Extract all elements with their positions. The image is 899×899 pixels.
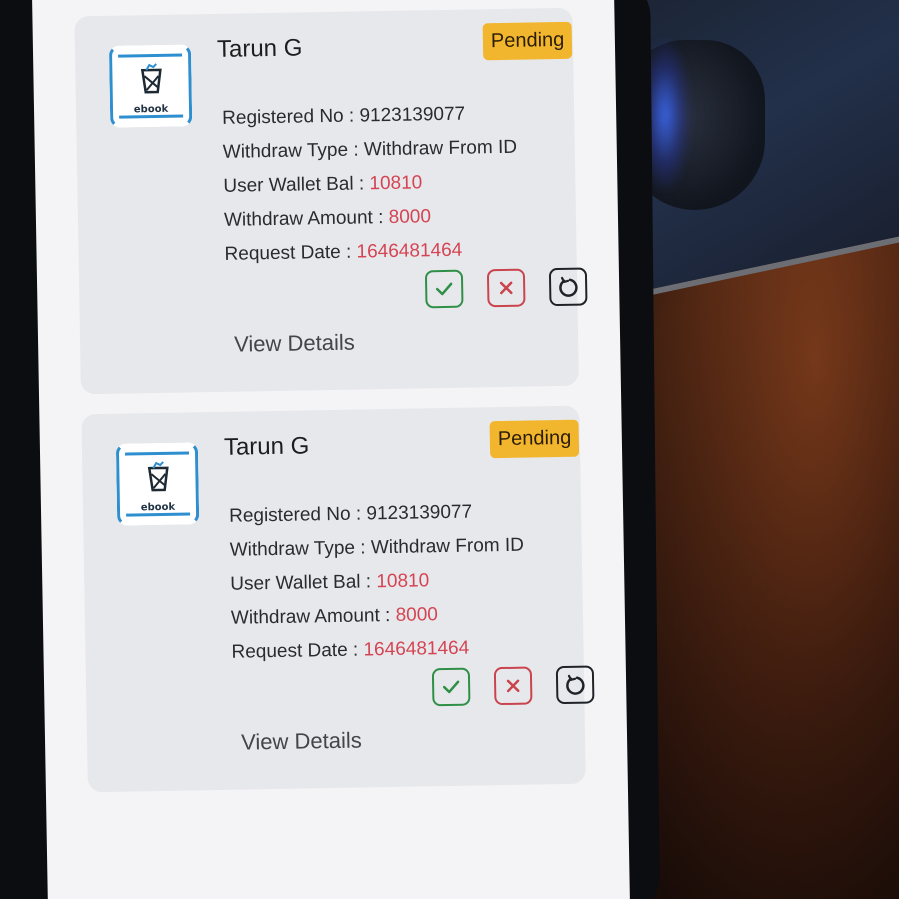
request-details: Registered No : 9123139077 Withdraw Type… [222, 97, 519, 272]
ebook-logo-icon [140, 63, 162, 94]
logo-text: ebook [140, 501, 176, 514]
refresh-icon [566, 674, 585, 695]
withdraw-request-card: ebook Tarun G Pending Registered No : 91… [81, 405, 595, 793]
ebook-logo-icon [147, 461, 169, 492]
check-icon [442, 680, 460, 694]
view-details-link[interactable]: View Details [241, 728, 362, 756]
logo-text: ebook [133, 103, 169, 116]
reject-button[interactable] [493, 666, 533, 706]
reject-button[interactable] [486, 268, 526, 308]
request-date-value: 1646481464 [363, 637, 470, 661]
request-date-row: Request Date : 1646481464 [224, 233, 519, 272]
approve-button[interactable] [431, 667, 471, 707]
approve-button[interactable] [424, 269, 464, 309]
registered-no-label: Registered No : [222, 105, 360, 129]
registered-no-row: Registered No : 9123139077 [222, 97, 517, 136]
user-name: Tarun G [223, 432, 310, 461]
app-logo: ebook [108, 44, 193, 128]
withdraw-type-value: Withdraw From ID [363, 136, 518, 161]
withdraw-type-label: Withdraw Type : [229, 537, 372, 561]
registered-no-row: Registered No : 9123139077 [229, 495, 524, 534]
revert-button[interactable] [555, 665, 595, 705]
registered-no-value: 9123139077 [359, 103, 466, 127]
check-icon [435, 282, 453, 296]
revert-button[interactable] [548, 267, 588, 307]
request-date-label: Request Date : [231, 639, 364, 663]
withdraw-request-card: ebook Tarun G Pending Registered No : 91… [74, 7, 588, 395]
request-date-value: 1646481464 [356, 239, 463, 263]
close-icon [499, 281, 513, 295]
wallet-balance-row: User Wallet Bal : 10810 [230, 563, 525, 602]
phone-screen: ebook Tarun G Pending Registered No : 91… [32, 0, 630, 899]
request-date-row: Request Date : 1646481464 [231, 631, 526, 670]
withdraw-amount-label: Withdraw Amount : [230, 604, 396, 629]
close-icon [506, 679, 520, 693]
withdraw-type-label: Withdraw Type : [222, 139, 365, 163]
status-badge: Pending [482, 21, 573, 61]
user-name: Tarun G [216, 34, 303, 63]
wallet-balance-row: User Wallet Bal : 10810 [223, 165, 518, 204]
wallet-balance-value: 10810 [369, 172, 423, 195]
withdraw-amount-value: 8000 [388, 206, 432, 228]
request-details: Registered No : 9123139077 Withdraw Type… [229, 495, 526, 670]
action-buttons [424, 267, 588, 312]
withdraw-type-row: Withdraw Type : Withdraw From ID [229, 529, 525, 568]
withdraw-amount-row: Withdraw Amount : 8000 [224, 199, 519, 238]
photo-scene: ebook Tarun G Pending Registered No : 91… [0, 0, 899, 899]
withdraw-amount-row: Withdraw Amount : 8000 [231, 597, 526, 636]
wallet-balance-label: User Wallet Bal : [223, 173, 370, 197]
wallet-balance-value: 10810 [376, 570, 430, 593]
withdraw-type-value: Withdraw From ID [370, 534, 525, 559]
registered-no-label: Registered No : [228, 503, 367, 527]
withdraw-amount-label: Withdraw Amount : [223, 206, 389, 231]
withdraw-type-row: Withdraw Type : Withdraw From ID [223, 131, 518, 170]
app-logo: ebook [115, 442, 200, 526]
status-badge: Pending [489, 419, 580, 459]
withdraw-amount-value: 8000 [395, 604, 439, 626]
view-details-link[interactable]: View Details [234, 330, 355, 358]
refresh-icon [559, 276, 578, 297]
wallet-balance-label: User Wallet Bal : [230, 571, 377, 595]
action-buttons [431, 665, 595, 710]
request-date-label: Request Date : [224, 241, 357, 265]
registered-no-value: 9123139077 [366, 501, 473, 525]
